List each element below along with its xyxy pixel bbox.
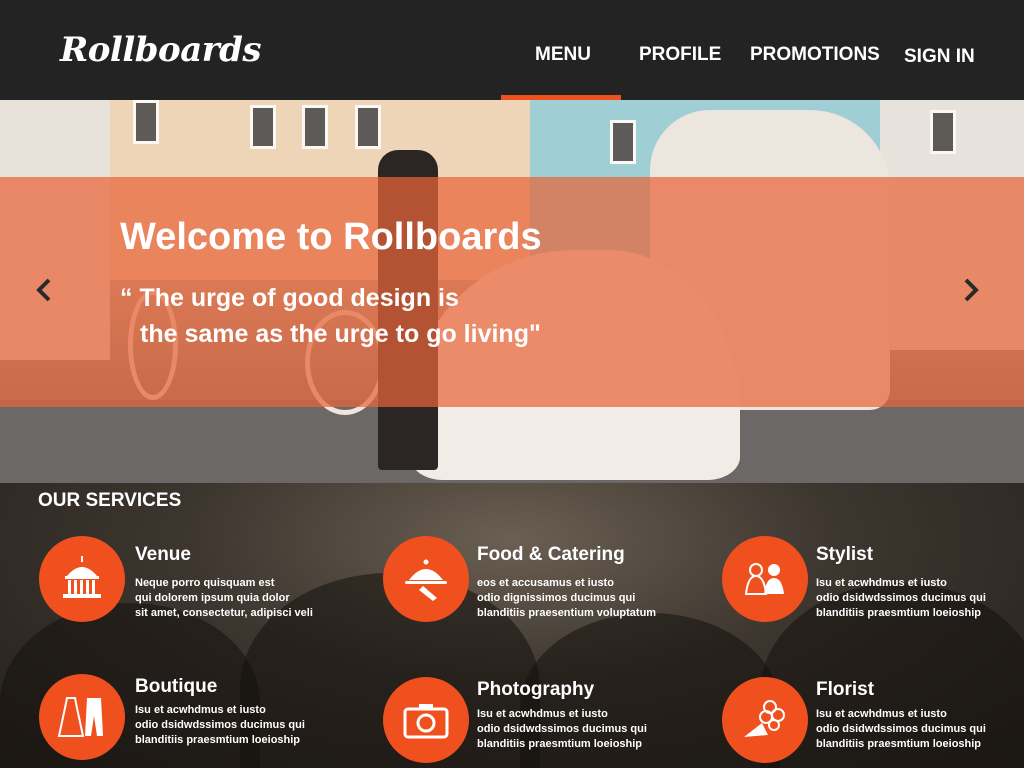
hero-photo-window: [302, 105, 328, 149]
hero-slider: Welcome to Rollboards “ The urge of good…: [0, 100, 1024, 483]
nav-item-menu[interactable]: MENU: [535, 44, 591, 66]
service-title: Stylist: [816, 544, 874, 565]
service-icon-circle: [39, 674, 125, 760]
hero-photo-window: [133, 100, 159, 144]
service-description: Isu et acwhdmus et iusto odio dsidwdssim…: [816, 577, 986, 619]
service-description: Isu et acwhdmus et iusto odio dsidwdssim…: [135, 704, 305, 746]
logo[interactable]: Rollboards: [60, 30, 262, 70]
dress-suit-icon: [57, 697, 103, 737]
service-stylist[interactable]: Stylist Isu et acwhdmus et iusto odio ds…: [722, 536, 1022, 636]
service-title: Food & Catering: [477, 544, 625, 565]
hero-photo-window: [355, 105, 381, 149]
services-title: OUR SERVICES: [38, 490, 182, 511]
service-venue[interactable]: Venue Neque porro quisquam est qui dolor…: [39, 536, 339, 636]
hero-quote-line-2: the same as the urge to go living": [140, 320, 541, 348]
hero-photo-window: [250, 105, 276, 149]
serving-tray-icon: [405, 559, 447, 601]
service-icon-circle: [383, 536, 469, 622]
service-description: eos et accusamus et iusto odio dignissim…: [477, 577, 657, 619]
service-icon-circle: [722, 677, 808, 763]
hero-quote: “ The urge of good design is the same as…: [120, 280, 541, 352]
service-icon-circle: [39, 536, 125, 622]
service-food-catering[interactable]: Food & Catering eos et accusamus et iust…: [383, 536, 683, 636]
service-icon-circle: [722, 536, 808, 622]
camera-icon: [403, 704, 449, 739]
service-title: Florist: [816, 679, 875, 700]
service-icon-circle: [383, 677, 469, 763]
service-description: Isu et acwhdmus et iusto odio dsidwdssim…: [477, 708, 647, 750]
service-description: Isu et acwhdmus et iusto odio dsidwdssim…: [816, 708, 986, 750]
service-title: Photography: [477, 679, 595, 700]
service-description: Neque porro quisquam est qui dolorem ips…: [135, 577, 313, 619]
nav-item-profile[interactable]: PROFILE: [639, 44, 721, 66]
hero-quote-line-1: “ The urge of good design is: [120, 284, 459, 312]
service-title: Venue: [135, 544, 191, 565]
building-icon: [63, 556, 101, 598]
hero-photo-window: [930, 110, 956, 154]
services-section: OUR SERVICES Venue Neque porro quisquam …: [0, 483, 1024, 768]
nav-item-promotions[interactable]: PROMOTIONS: [750, 44, 880, 66]
hero-photo-window: [610, 120, 636, 164]
nav-item-sign-in[interactable]: SIGN IN: [904, 46, 975, 68]
bride-groom-icon: [744, 563, 784, 595]
service-title: Boutique: [135, 676, 218, 697]
bouquet-icon: [744, 700, 785, 737]
site-header: Rollboards MENU PROFILE PROMOTIONS SIGN …: [0, 0, 1024, 100]
service-photography[interactable]: Photography Isu et acwhdmus et iusto odi…: [383, 677, 683, 768]
service-florist[interactable]: Florist Isu et acwhdmus et iusto odio ds…: [722, 677, 1022, 768]
chevron-right-icon[interactable]: [955, 275, 985, 305]
hero-title: Welcome to Rollboards: [120, 216, 542, 258]
service-boutique[interactable]: Boutique Isu et acwhdmus et iusto odio d…: [39, 674, 339, 768]
chevron-left-icon[interactable]: [30, 275, 60, 305]
